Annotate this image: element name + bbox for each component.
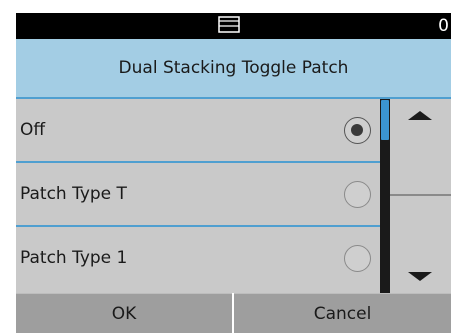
option-label: Patch Type T [20,184,127,204]
radio-button-selected[interactable] [344,117,371,144]
device-screen: 0 Dual Stacking Toggle Patch Off Patch T… [16,13,451,333]
option-patch-type-t[interactable]: Patch Type T [16,163,380,227]
triangle-up-icon [408,111,432,120]
scroll-up-button[interactable] [390,99,451,196]
page-title-text: Dual Stacking Toggle Patch [118,58,349,78]
action-bar: OK Cancel [16,293,451,333]
cancel-button[interactable]: Cancel [234,293,451,333]
radio-button[interactable] [344,245,371,272]
triangle-down-icon [408,272,432,281]
status-bar: 0 [16,13,451,39]
scroll-down-button[interactable] [390,196,451,293]
option-label: Patch Type 1 [20,248,128,268]
radio-button[interactable] [344,181,371,208]
option-patch-type-1[interactable]: Patch Type 1 [16,227,380,293]
option-label: Off [20,120,46,140]
option-list: Off Patch Type T Patch Type 1 [16,99,380,293]
output-tray-icon [218,16,240,33]
option-off[interactable]: Off [16,99,380,163]
scrollbar-track[interactable] [380,99,390,293]
page-title: Dual Stacking Toggle Patch [16,39,451,99]
radio-dot-icon [351,124,363,136]
ok-button[interactable]: OK [16,293,232,333]
page-counter: 0 [438,16,449,36]
scrollbar-thumb[interactable] [381,100,389,140]
